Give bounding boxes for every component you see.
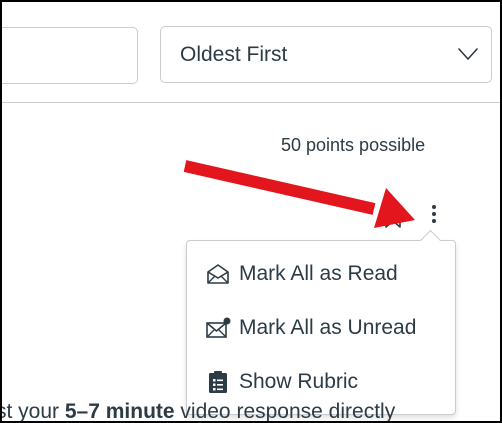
menu-item-label: Show Rubric (239, 370, 359, 393)
menu-item-mark-all-unread[interactable]: Mark All as Unread (187, 303, 455, 353)
description-prefix: st your (0, 400, 65, 423)
header-divider (2, 102, 500, 103)
bookmark-icon[interactable] (384, 208, 402, 228)
envelope-open-icon (207, 264, 229, 284)
description-bold: 5–7 minute (64, 400, 175, 423)
points-possible: 50 points possible (281, 135, 426, 155)
more-options-icon[interactable] (426, 202, 442, 232)
sort-order-value: Oldest First (180, 42, 288, 66)
assignment-description: st your 5–7 minute video response direct… (0, 400, 396, 423)
envelope-unread-icon (206, 317, 231, 338)
search-input[interactable] (2, 27, 138, 84)
menu-item-label: Mark All as Unread (239, 316, 417, 339)
menu-item-mark-all-read[interactable]: Mark All as Read (187, 249, 455, 299)
sort-order-select[interactable]: Oldest First (160, 26, 492, 83)
screenshot-frame: Oldest First 50 points possible Mark All… (0, 0, 502, 423)
clipboard-icon (209, 371, 227, 393)
options-menu: Mark All as Read Mark All as Unread Show… (186, 229, 456, 415)
menu-caret (419, 229, 442, 252)
description-suffix: video response directly (174, 400, 396, 423)
menu-item-label: Mark All as Read (239, 262, 398, 285)
chevron-down-icon (458, 48, 478, 60)
